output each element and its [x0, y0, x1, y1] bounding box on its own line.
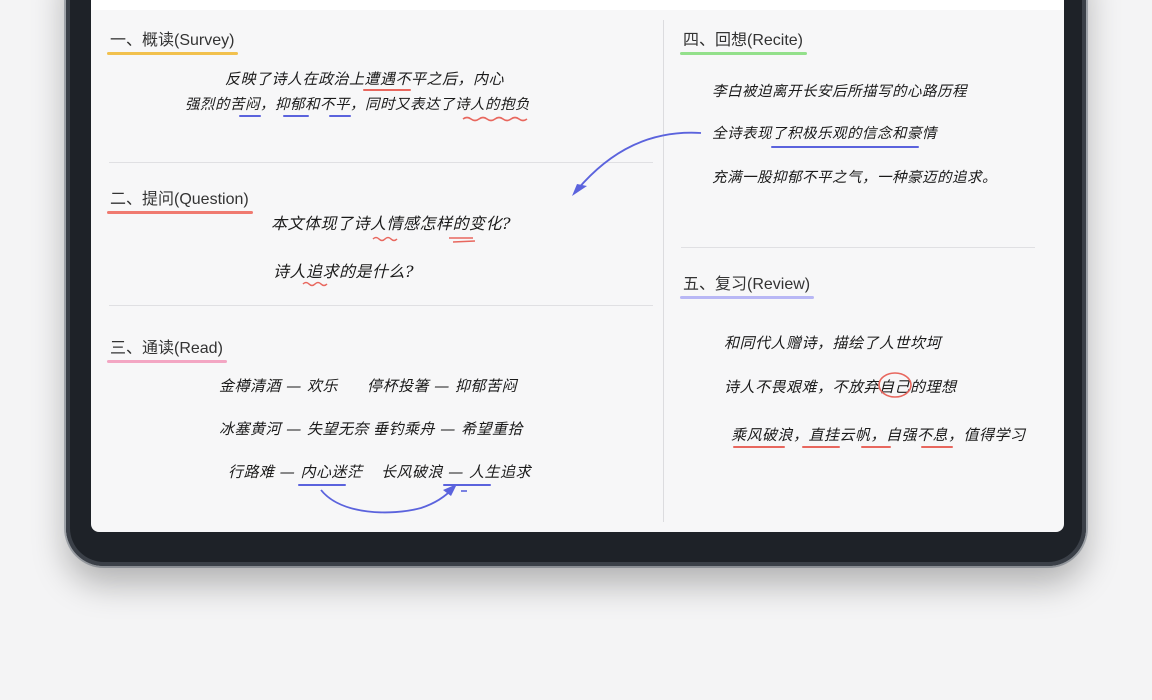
ink-mark [449, 237, 476, 243]
ink-wavy-underline [302, 281, 328, 287]
ink-arrow [576, 131, 702, 191]
ink-circle [878, 372, 912, 398]
ink-wavy-underline [462, 116, 528, 122]
arrow-head [443, 484, 457, 496]
arrow-head [572, 184, 587, 196]
notes-canvas[interactable]: 一、概读(Survey) 反映了诗人在政治上遭遇不平之后，内心 强烈的苦闷，抑郁… [91, 0, 1064, 532]
ink-overlay [302, 116, 912, 514]
ink-arrow [320, 487, 454, 514]
ink-wavy-underline [372, 236, 398, 242]
